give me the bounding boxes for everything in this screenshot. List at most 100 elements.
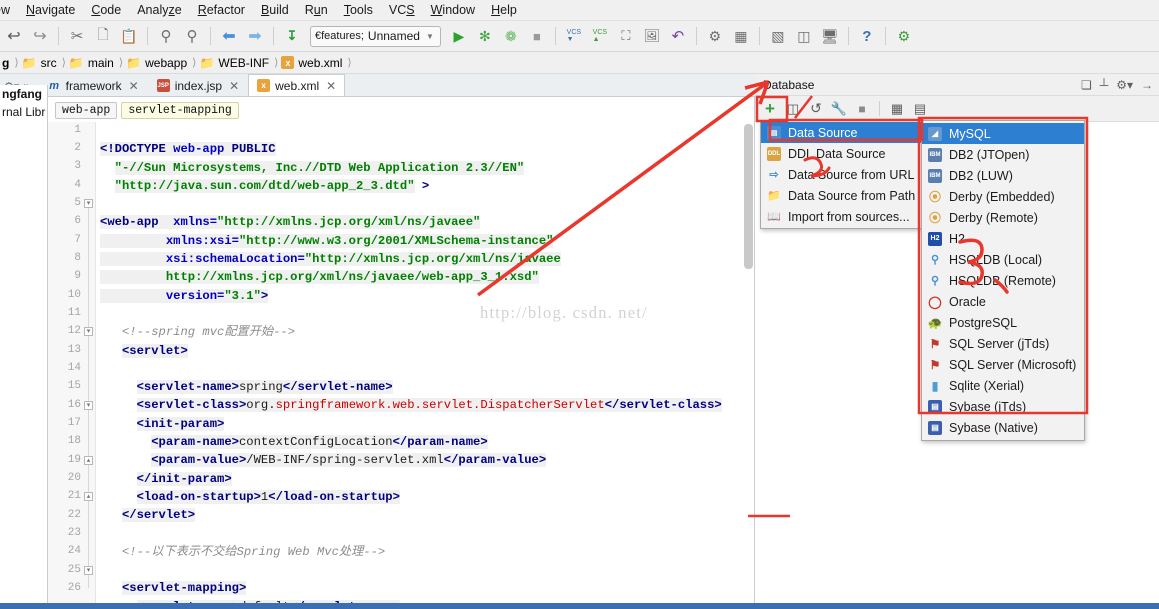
menu-item-sybase-native[interactable]: ▤ Sybase (Native) (922, 417, 1084, 438)
sdk-manager-icon[interactable]: ▧ (766, 24, 790, 48)
fold-marker-servlet-end[interactable]: ▴ (84, 492, 93, 501)
menu-bar: ew Navigate Code Analyze Refactor Build … (0, 0, 1159, 21)
vcs-rollback-icon[interactable]: ↶ (666, 24, 690, 48)
tab-index-jsp[interactable]: JSP index.jsp ✕ (148, 74, 248, 96)
menu-item-db2-jtopen[interactable]: IBM DB2 (JTOpen) (922, 144, 1084, 165)
menu-item-derby-remote[interactable]: ⦿ Derby (Remote) (922, 207, 1084, 228)
menu-item-h2[interactable]: H2 H2 (922, 228, 1084, 249)
fold-marker-web-app[interactable]: ▾ (84, 199, 93, 208)
menu-item-window[interactable]: Window (423, 1, 483, 19)
gear-icon[interactable]: ⚙▾ (1116, 78, 1133, 92)
line-number: 10 (67, 289, 81, 301)
tag-breadcrumb-web-app[interactable]: web-app (55, 101, 118, 119)
toolbar-divider (695, 27, 697, 45)
remove-data-source-icon[interactable]: ◫ (783, 99, 803, 119)
breadcrumb-item-webxml[interactable]: x web.xml (279, 56, 346, 70)
menu-item-oracle[interactable]: ◯ Oracle (922, 291, 1084, 312)
fold-marker-init-param-end[interactable]: ▴ (84, 456, 93, 465)
refresh-icon[interactable]: ↺ (806, 99, 826, 119)
menu-item-sqlite-xerial[interactable]: ▮ Sqlite (Xerial) (922, 375, 1084, 396)
menu-item-analyze[interactable]: Analyze (129, 1, 189, 19)
run-query-icon[interactable]: 🔧 (829, 99, 849, 119)
close-icon[interactable]: ✕ (229, 79, 239, 93)
editor-gutter[interactable]: 1 2 3 4 5 6 7 8 9 10 11 12 13 14 15 16 1… (48, 122, 96, 609)
menu-item-postgresql[interactable]: 🐢 PostgreSQL (922, 312, 1084, 333)
jsp-file-icon: JSP (156, 79, 170, 92)
menu-item-sybase-jtds[interactable]: ▤ Sybase (jTds) (922, 396, 1084, 417)
add-data-source-icon[interactable]: + (760, 99, 780, 119)
menu-item-navigate[interactable]: Navigate (18, 1, 83, 19)
cut-icon[interactable]: ✂ (65, 24, 89, 48)
menu-item-vcs[interactable]: VCS (381, 1, 423, 19)
close-icon[interactable]: ✕ (129, 79, 139, 93)
code-editor[interactable]: <!DOCTYPE web-app PUBLIC "-//Sun Microsy… (100, 122, 755, 609)
table-editor-icon[interactable]: ▦ (887, 99, 907, 119)
debug-icon[interactable]: ✻ (473, 24, 497, 48)
tag-breadcrumb-servlet-mapping[interactable]: servlet-mapping (121, 101, 239, 119)
menu-item-help[interactable]: Help (483, 1, 525, 19)
breadcrumb-item-webapp[interactable]: 📁 webapp (124, 56, 191, 70)
run-with-coverage-icon[interactable]: ❁ (499, 24, 523, 48)
help-icon[interactable]: ? (855, 24, 879, 48)
fold-marker-init-param[interactable]: ▾ (84, 401, 93, 410)
vcs-changes-icon[interactable]: 🖼 (640, 24, 664, 48)
tab-web-xml[interactable]: x web.xml ✕ (248, 74, 346, 96)
menu-item-tools[interactable]: Tools (336, 1, 381, 19)
split-icon[interactable]: ┴ (1100, 78, 1109, 92)
console-icon[interactable]: ▤ (910, 99, 930, 119)
vcs-history-icon[interactable]: ⛶ (614, 24, 638, 48)
collapse-all-icon[interactable]: ❏ (1081, 78, 1092, 92)
menu-item-sqlserver-jtds[interactable]: ⚑ SQL Server (jTds) (922, 333, 1084, 354)
breadcrumb-item-main[interactable]: 📁 main (67, 56, 118, 70)
stop-icon[interactable]: ■ (852, 99, 872, 119)
fold-marker-servlet-mapping[interactable]: ▾ (84, 566, 93, 575)
vcs-update-icon[interactable]: VCS ▼ (562, 24, 586, 48)
vcs-commit-icon[interactable]: VCS ▲ (588, 24, 612, 48)
xml-file-icon: x (257, 79, 271, 92)
menu-item-run[interactable]: Run (297, 1, 336, 19)
menu-item-refactor[interactable]: Refactor (190, 1, 253, 19)
avd-manager-icon[interactable]: ◫ (792, 24, 816, 48)
android-device-monitor-icon[interactable]: 🖥 (818, 24, 842, 48)
line-number: 25 (67, 564, 81, 576)
hide-window-icon[interactable]: → (1141, 78, 1153, 92)
menu-item-hsqldb-local[interactable]: ⚲ HSQLDB (Local) (922, 249, 1084, 270)
tab-framework[interactable]: m framework ✕ (39, 74, 148, 96)
sort-icon[interactable]: ↧ (280, 24, 304, 48)
breadcrumb-item-webinf[interactable]: 📁 WEB-INF (197, 56, 273, 70)
project-sidebar[interactable]: ngfang rnal Libr (0, 85, 48, 609)
stop-icon[interactable]: ■ (525, 24, 549, 48)
code-line: <web-app xmlns="http://xmlns.jcp.org/xml… (100, 215, 481, 230)
menu-item-view[interactable]: ew (0, 1, 18, 19)
sidebar-item-project[interactable]: ngfang (0, 85, 47, 103)
run-configuration-selector[interactable]: €features; Unnamed ▼ (310, 25, 441, 47)
undo-icon[interactable]: ↩ (2, 24, 26, 48)
breadcrumb-root[interactable]: g (0, 56, 13, 70)
run-icon[interactable]: ▶ (447, 24, 471, 48)
menu-item-code[interactable]: Code (83, 1, 129, 19)
settings-icon[interactable]: ⚙ (703, 24, 727, 48)
redo-icon[interactable]: ↪ (28, 24, 52, 48)
menu-item-derby-embedded[interactable]: ⦿ Derby (Embedded) (922, 186, 1084, 207)
menu-item-hsqldb-remote[interactable]: ⚲ HSQLDB (Remote) (922, 270, 1084, 291)
replace-icon[interactable]: ⚲ (180, 24, 204, 48)
menu-item-sqlserver-microsoft[interactable]: ⚑ SQL Server (Microsoft) (922, 354, 1084, 375)
fold-marker-servlet[interactable]: ▾ (84, 327, 93, 336)
copy-icon[interactable]: 🗋 (91, 24, 115, 48)
sidebar-item-external-libraries[interactable]: rnal Libr (0, 103, 47, 121)
database-driver-submenu[interactable]: ◢ MySQL IBM DB2 (JTOpen) IBM DB2 (LUW) ⦿… (921, 120, 1085, 441)
paste-icon[interactable]: 📋 (117, 24, 141, 48)
menu-item-db2-luw[interactable]: IBM DB2 (LUW) (922, 165, 1084, 186)
forward-icon[interactable]: ➡ (243, 24, 267, 48)
menu-item-build[interactable]: Build (253, 1, 297, 19)
sync-gradle-icon[interactable]: ⚙ (892, 24, 916, 48)
editor-scrollbar[interactable] (744, 124, 753, 269)
code-line: <init-param> (136, 416, 225, 431)
project-structure-icon[interactable]: ▦ (729, 24, 753, 48)
line-number: 4 (74, 179, 81, 191)
menu-item-mysql[interactable]: ◢ MySQL (922, 123, 1084, 144)
search-icon[interactable]: ⚲ (154, 24, 178, 48)
close-icon[interactable]: ✕ (326, 79, 336, 93)
breadcrumb-item-src[interactable]: 📁 src (20, 56, 61, 70)
back-icon[interactable]: ⬅ (217, 24, 241, 48)
